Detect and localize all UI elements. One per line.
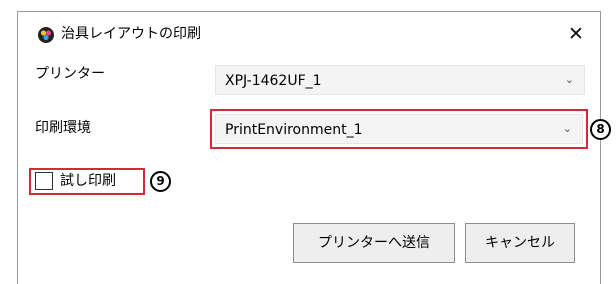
close-button[interactable]: ✕ [564, 22, 588, 46]
print-dialog: 治具レイアウトの印刷 ✕ プリンター XPJ-1462UF_1 ⌄ 印刷環境 P… [17, 11, 611, 284]
chevron-down-icon: ⌄ [562, 122, 572, 135]
chevron-down-icon: ⌄ [564, 73, 574, 86]
close-icon: ✕ [568, 23, 584, 45]
callout-9: 9 [150, 171, 171, 192]
cancel-button[interactable]: キャンセル [465, 223, 575, 263]
test-print-checkbox[interactable] [35, 172, 53, 190]
environment-label: 印刷環境 [35, 120, 91, 136]
dialog-title: 治具レイアウトの印刷 [61, 26, 201, 42]
test-print-label: 試し印刷 [60, 173, 116, 189]
environment-select[interactable]: PrintEnvironment_1 ⌄ [215, 114, 583, 144]
printer-select-value: XPJ-1462UF_1 [225, 73, 322, 89]
environment-select-value: PrintEnvironment_1 [225, 122, 363, 138]
printer-select[interactable]: XPJ-1462UF_1 ⌄ [215, 65, 585, 95]
callout-8: 8 [590, 119, 611, 140]
title-bar: 治具レイアウトの印刷 ✕ [18, 12, 600, 54]
app-icon [38, 27, 54, 43]
printer-label: プリンター [35, 66, 105, 82]
send-to-printer-button[interactable]: プリンターへ送信 [293, 223, 455, 263]
